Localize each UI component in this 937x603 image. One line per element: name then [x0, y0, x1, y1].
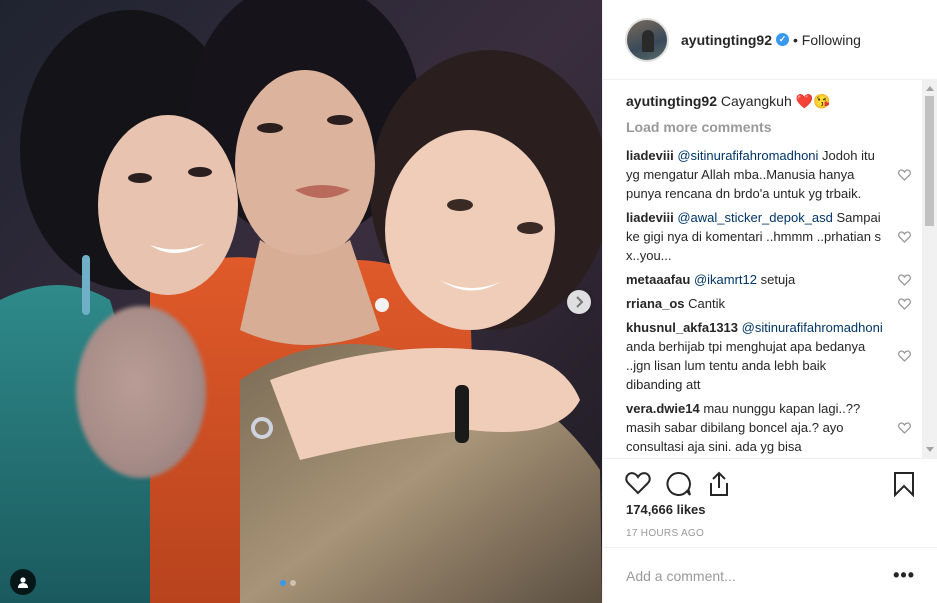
load-more-comments-button[interactable]: Load more comments: [626, 118, 923, 136]
comment-username[interactable]: vera.dwie14: [626, 401, 700, 416]
caption-text: Cayangkuh ❤️😘: [720, 93, 831, 109]
bookmark-icon[interactable]: [893, 471, 915, 497]
comment-like-heart-icon[interactable]: [898, 230, 911, 243]
post-caption: ayutingting92 Cayangkuh ❤️😘: [626, 92, 923, 110]
carousel-indicator: [280, 580, 296, 586]
follow-status-button[interactable]: • Following: [793, 32, 861, 48]
scroll-up-arrow-icon[interactable]: [926, 86, 934, 91]
share-icon[interactable]: [707, 471, 731, 497]
user-tag-button[interactable]: [10, 569, 36, 595]
post-header: ayutingting92 ✓ • Following: [603, 0, 937, 80]
comment-like-heart-icon[interactable]: [898, 273, 911, 286]
add-comment-input[interactable]: [626, 567, 894, 584]
comment-item: vera.dwie14 mau nunggu kapan lagi..?? ma…: [626, 399, 923, 456]
comment-item: khusnul_akfa1313 @sitinurafifahromadhoni…: [626, 318, 923, 394]
comment-mention-link[interactable]: @sitinurafifahromadhoni: [677, 148, 818, 163]
more-options-button[interactable]: •••: [893, 565, 915, 586]
comment-text: anda berhijab tpi menghujat apa bedanya …: [626, 339, 866, 392]
post-actions-bar: [603, 458, 937, 506]
comments-list[interactable]: ayutingting92 Cayangkuh ❤️😘 Load more co…: [603, 80, 923, 458]
comments-scrollbar[interactable]: [922, 80, 937, 458]
comment-icon[interactable]: [666, 471, 692, 497]
comment-username[interactable]: metaaafau: [626, 272, 690, 287]
comment-mention-link[interactable]: @ikamrt12: [694, 272, 757, 287]
scroll-down-arrow-icon[interactable]: [926, 447, 934, 452]
header-username[interactable]: ayutingting92: [681, 32, 772, 48]
comment-text: Cantik: [688, 296, 726, 311]
avatar[interactable]: [625, 17, 669, 62]
carousel-dot-active: [280, 580, 286, 586]
likes-count[interactable]: 174,666 likes: [626, 502, 706, 517]
comment-username[interactable]: liadeviii: [626, 148, 674, 163]
comment-item: liadeviii @sitinurafifahromadhoni Jodoh …: [626, 146, 923, 203]
scrollbar-thumb[interactable]: [925, 96, 934, 226]
comment-item: rriana_os Cantik: [626, 294, 923, 313]
blurred-region: [76, 306, 206, 478]
comment-username[interactable]: rriana_os: [626, 296, 685, 311]
comment-mention-link[interactable]: @awal_sticker_depok_asd: [677, 210, 833, 225]
comment-like-heart-icon[interactable]: [898, 297, 911, 310]
caption-username[interactable]: ayutingting92: [626, 93, 717, 109]
comment-username[interactable]: liadeviii: [626, 210, 674, 225]
comment-like-heart-icon[interactable]: [898, 350, 911, 362]
comment-like-heart-icon[interactable]: [898, 168, 911, 181]
comment-mention-link[interactable]: @sitinurafifahromadhoni: [742, 320, 883, 335]
post-timestamp[interactable]: 17 HOURS AGO: [626, 528, 704, 539]
photo-illustration: [0, 0, 602, 603]
post-details-panel: ayutingting92 ✓ • Following ayutingting9…: [602, 0, 937, 603]
next-photo-button[interactable]: [567, 290, 591, 314]
post-photo[interactable]: [0, 0, 602, 603]
add-comment-bar: •••: [603, 547, 937, 603]
carousel-dot: [290, 580, 296, 586]
comment-text: setuja: [756, 272, 796, 287]
comment-item: liadeviii @awal_sticker_depok_asd Sampai…: [626, 208, 923, 265]
heart-icon[interactable]: [625, 471, 651, 495]
user-tag-icon: [18, 577, 28, 588]
comment-container: liadeviii @sitinurafifahromadhoni Jodoh …: [626, 146, 923, 456]
chevron-right-icon: [576, 296, 584, 308]
comment-username[interactable]: khusnul_akfa1313: [626, 320, 738, 335]
comment-item: metaaafau @ikamrt12 setuja: [626, 270, 923, 289]
comment-like-heart-icon[interactable]: [898, 421, 911, 434]
verified-badge-icon: ✓: [776, 33, 790, 46]
